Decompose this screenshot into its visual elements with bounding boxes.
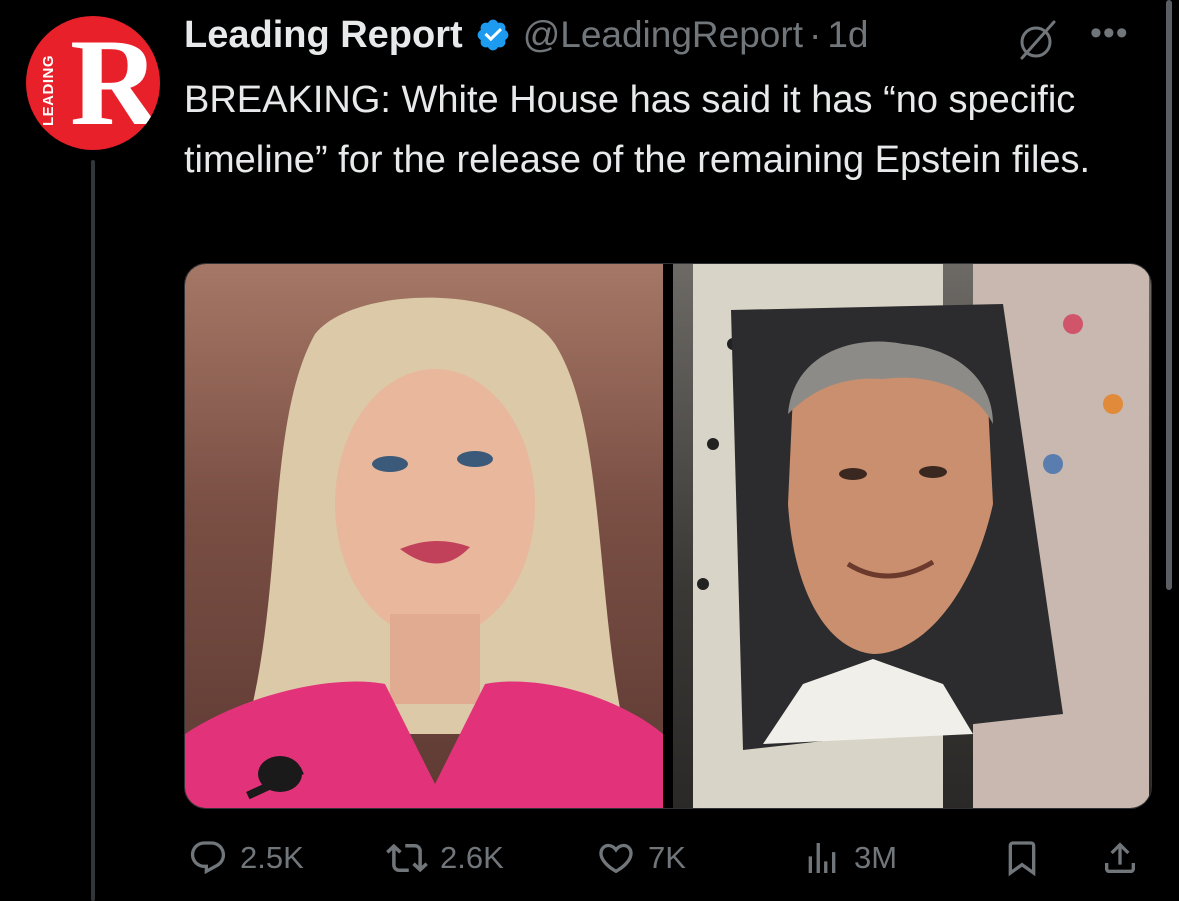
repost-count: 2.6K [440, 840, 504, 875]
like-button[interactable]: 7K [596, 832, 686, 884]
bookmark-icon [1008, 841, 1036, 877]
photo-poster-illustration [693, 264, 1149, 808]
avatar-letter: R [70, 16, 160, 150]
grok-icon[interactable] [1016, 18, 1060, 62]
media-divider [663, 264, 673, 808]
scrollbar[interactable] [1166, 0, 1172, 590]
repost-button[interactable]: 2.6K [386, 832, 504, 884]
repost-icon [386, 843, 428, 873]
views-icon [808, 843, 836, 873]
tweet-text: BREAKING: White House has said it has “n… [184, 79, 1091, 181]
share-button[interactable] [1100, 832, 1152, 884]
avatar-side-text: LEADING [40, 53, 57, 128]
bookmark-button[interactable] [1002, 832, 1054, 884]
heart-icon [599, 843, 633, 874]
views-button[interactable]: 3M [802, 832, 897, 884]
engagement-bar: 2.5K 2.6K 7K 3M [184, 832, 1150, 884]
separator-dot: · [809, 14, 822, 55]
display-name[interactable]: Leading Report [184, 14, 463, 57]
like-count: 7K [648, 840, 686, 875]
more-icon[interactable]: ••• [1090, 14, 1129, 53]
verified-badge-icon [477, 19, 509, 51]
timestamp[interactable]: 1d [827, 14, 868, 56]
photo-woman-illustration [185, 297, 663, 808]
avatar[interactable]: LEADING R [26, 16, 160, 150]
tweet[interactable]: LEADING R Leading Report @LeadingReport … [0, 0, 1179, 901]
reply-icon [190, 841, 226, 875]
reply-button[interactable]: 2.5K [188, 832, 304, 884]
tweet-header: Leading Report @LeadingReport · 1d [184, 12, 868, 58]
thread-line [91, 160, 95, 901]
author-handle[interactable]: @LeadingReport [523, 14, 803, 56]
views-count: 3M [854, 840, 898, 875]
share-icon [1105, 842, 1135, 873]
photo-woman-pink-jacket[interactable] [185, 264, 663, 808]
media-grid[interactable] [184, 263, 1152, 809]
photo-portrait-poster[interactable] [673, 264, 1151, 808]
reply-count: 2.5K [240, 840, 304, 875]
